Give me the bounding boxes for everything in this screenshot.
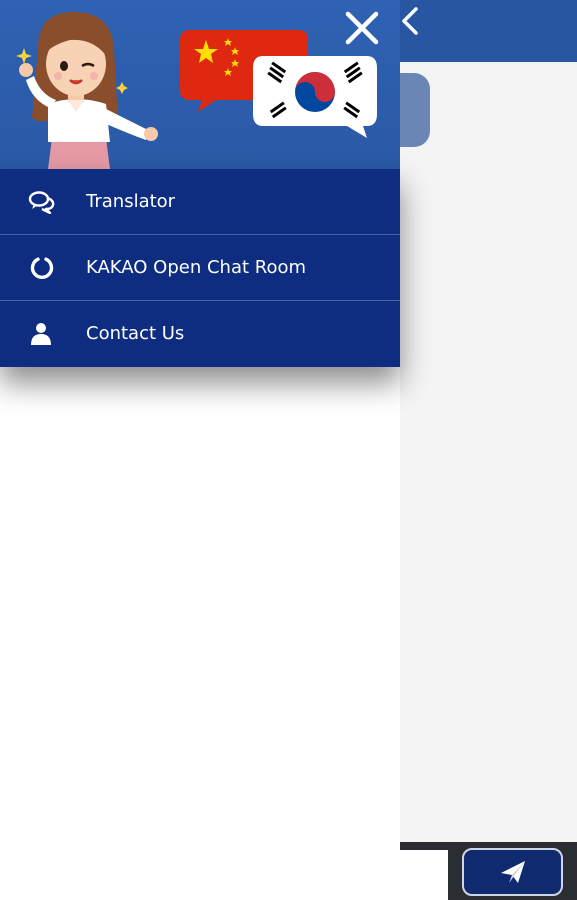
menu-item-contact-us[interactable]: Contact Us bbox=[0, 301, 400, 367]
drawer-header bbox=[0, 0, 400, 169]
send-button[interactable] bbox=[462, 848, 563, 896]
menu-item-translator[interactable]: Translator bbox=[0, 169, 400, 235]
menu-item-kakao-open-chat[interactable]: KAKAO Open Chat Room bbox=[0, 235, 400, 301]
drawer-menu: Translator KAKAO Open Chat Room Contact … bbox=[0, 169, 400, 367]
paper-plane-icon bbox=[500, 861, 525, 883]
person-icon bbox=[31, 323, 51, 345]
menu-label: KAKAO Open Chat Room bbox=[86, 257, 307, 278]
korea-flag-bubble bbox=[253, 56, 377, 138]
menu-label: Translator bbox=[86, 191, 176, 212]
message-input[interactable] bbox=[392, 850, 448, 900]
girl-illustration bbox=[16, 12, 158, 169]
navigation-drawer: Translator KAKAO Open Chat Room Contact … bbox=[0, 0, 400, 900]
open-chat-ring-icon bbox=[30, 257, 54, 279]
chat-bubbles-icon bbox=[28, 191, 55, 214]
menu-label: Contact Us bbox=[86, 323, 185, 344]
close-icon[interactable] bbox=[340, 6, 384, 50]
